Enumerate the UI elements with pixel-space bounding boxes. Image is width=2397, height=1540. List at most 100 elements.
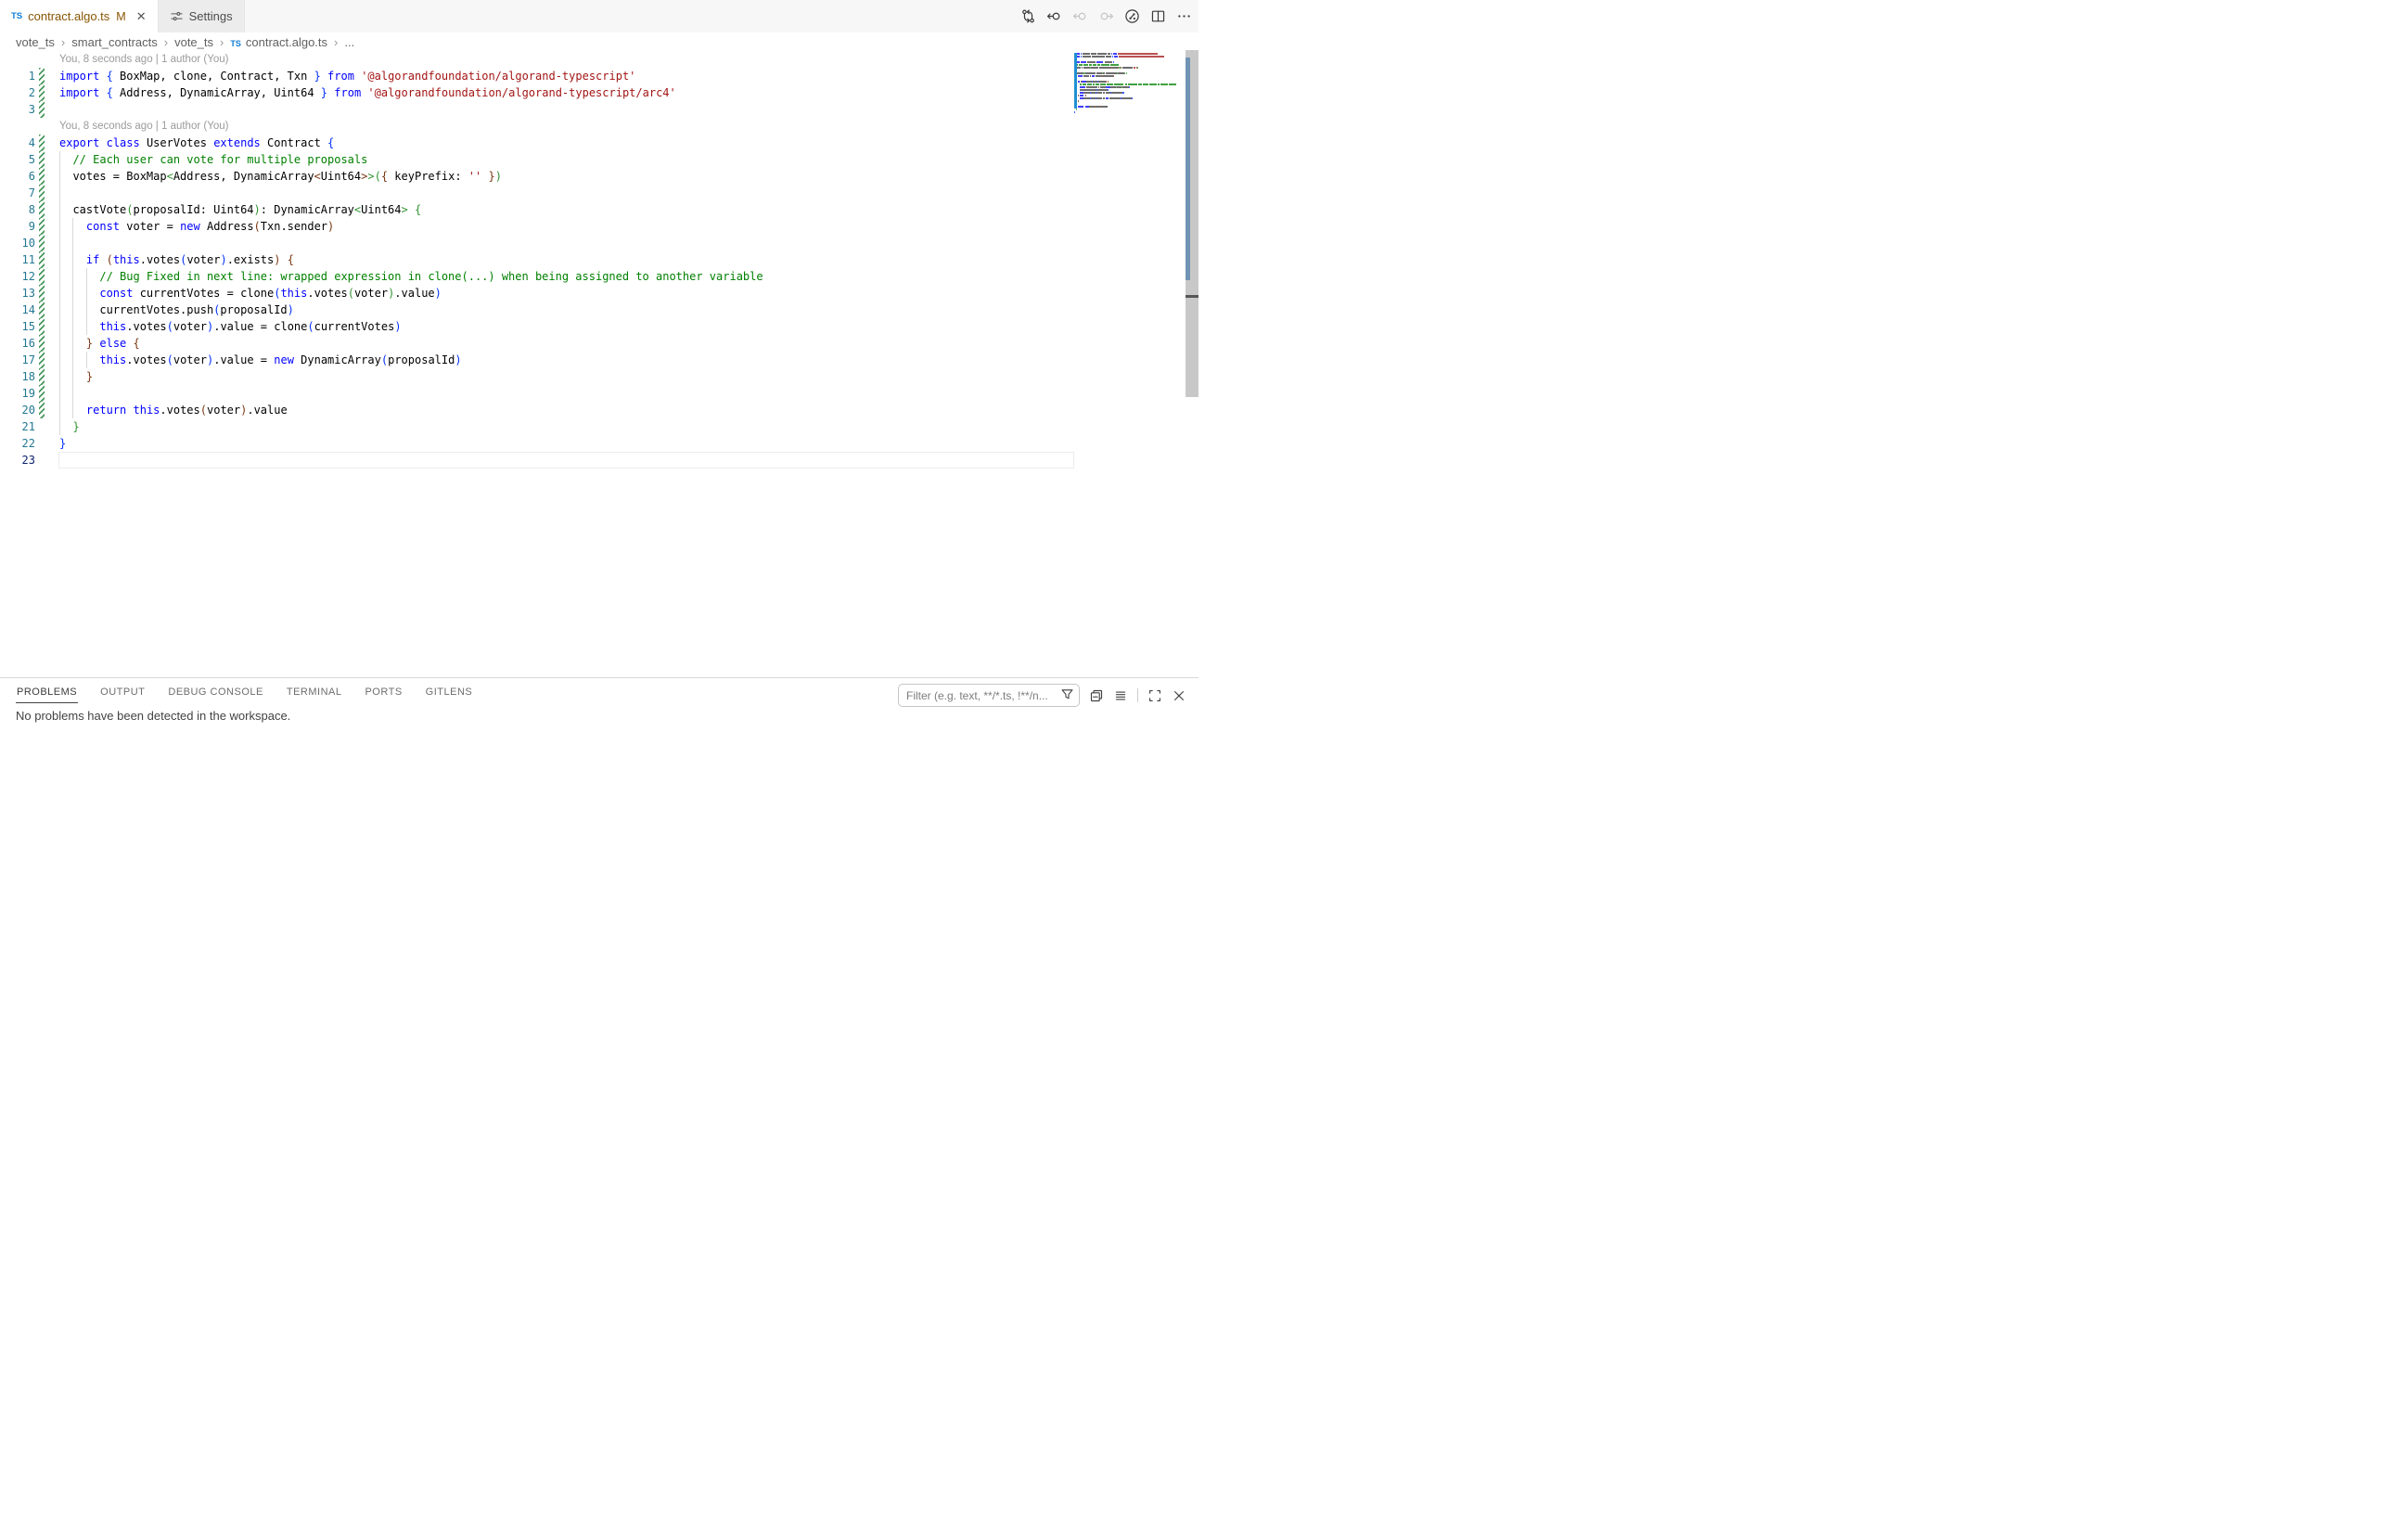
gutter[interactable]: 10 <box>0 235 48 251</box>
panel-tab-problems[interactable]: PROBLEMS <box>16 678 78 703</box>
gutter[interactable]: 23 <box>0 452 48 468</box>
more-actions-icon[interactable] <box>1176 8 1192 24</box>
breadcrumb-item-vote-ts[interactable]: vote_ts <box>16 35 55 49</box>
code-line-4[interactable]: 4export class UserVotes extends Contract… <box>0 135 1198 151</box>
breadcrumb-item-smart-contracts[interactable]: smart_contracts <box>71 35 157 49</box>
gutter[interactable]: 4 <box>0 135 48 151</box>
gutter[interactable]: 12 <box>0 268 48 285</box>
line-number[interactable]: 18 <box>22 368 35 385</box>
gutter[interactable]: 17 <box>0 352 48 368</box>
code-content[interactable]: import { BoxMap, clone, Contract, Txn } … <box>48 68 1198 84</box>
gitlens-blame-annotation[interactable]: You, 8 seconds ago | 1 author (You) <box>0 51 1198 68</box>
code-line-14[interactable]: 14 currentVotes.push(proposalId) <box>0 302 1198 318</box>
line-number[interactable]: 13 <box>22 285 35 302</box>
tab-settings[interactable]: Settings <box>159 0 245 32</box>
code-content[interactable]: // Each user can vote for multiple propo… <box>48 151 1198 168</box>
line-number[interactable]: 17 <box>22 352 35 368</box>
maximize-panel-icon[interactable] <box>1147 688 1162 703</box>
line-number[interactable]: 3 <box>29 101 35 118</box>
line-number[interactable]: 20 <box>22 402 35 418</box>
close-panel-icon[interactable] <box>1172 688 1186 703</box>
code-content[interactable]: this.votes(voter).value = clone(currentV… <box>48 318 1198 335</box>
code-content[interactable]: currentVotes.push(proposalId) <box>48 302 1198 318</box>
breadcrumb-item-contract-algo-ts[interactable]: TScontract.algo.ts <box>230 35 327 49</box>
code-line-8[interactable]: 8 castVote(proposalId: Uint64): DynamicA… <box>0 201 1198 218</box>
code-line-13[interactable]: 13 const currentVotes = clone(this.votes… <box>0 285 1198 302</box>
code-content[interactable]: castVote(proposalId: Uint64): DynamicArr… <box>48 201 1198 218</box>
gutter[interactable]: 21 <box>0 418 48 435</box>
view-as-table-icon[interactable] <box>1113 688 1128 703</box>
panel-tab-ports[interactable]: PORTS <box>364 678 403 702</box>
tab-contract-algo-ts[interactable]: TScontract.algo.tsM✕ <box>0 0 159 32</box>
panel-tab-gitlens[interactable]: GITLENS <box>425 678 474 702</box>
code-line-21[interactable]: 21 } <box>0 418 1198 435</box>
gitlens-blame-annotation[interactable]: You, 8 seconds ago | 1 author (You) <box>0 118 1198 135</box>
gutter[interactable]: 13 <box>0 285 48 302</box>
open-changes-icon[interactable] <box>1020 8 1036 24</box>
line-number[interactable]: 10 <box>22 235 35 251</box>
code-content[interactable]: } else { <box>48 335 1198 352</box>
tab-close-icon[interactable]: ✕ <box>136 10 147 22</box>
previous-change-icon[interactable] <box>1046 8 1062 24</box>
split-editor-icon[interactable] <box>1150 8 1166 24</box>
panel-tab-output[interactable]: OUTPUT <box>99 678 146 702</box>
code-line-19[interactable]: 19 <box>0 385 1198 402</box>
code-line-7[interactable]: 7 <box>0 185 1198 201</box>
code-content[interactable]: const voter = new Address(Txn.sender) <box>48 218 1198 235</box>
code-content[interactable]: export class UserVotes extends Contract … <box>48 135 1198 151</box>
line-number[interactable]: 23 <box>22 452 35 468</box>
gutter[interactable]: 1 <box>0 68 48 84</box>
code-content[interactable] <box>48 452 1198 468</box>
code-line-17[interactable]: 17 this.votes(voter).value = new Dynamic… <box>0 352 1198 368</box>
commit-graph-icon[interactable] <box>1124 8 1140 24</box>
gutter[interactable]: 20 <box>0 402 48 418</box>
code-content[interactable]: } <box>48 368 1198 385</box>
code-line-18[interactable]: 18 } <box>0 368 1198 385</box>
code-line-2[interactable]: 2import { Address, DynamicArray, Uint64 … <box>0 84 1198 101</box>
code-line-1[interactable]: 1 import { BoxMap, clone, Contract, Txn }… <box>0 68 1198 84</box>
line-number[interactable]: 19 <box>22 385 35 402</box>
line-number[interactable]: 22 <box>22 435 35 452</box>
code-content[interactable]: import { Address, DynamicArray, Uint64 }… <box>48 84 1198 101</box>
line-number[interactable]: 14 <box>22 302 35 318</box>
gutter[interactable]: 5 <box>0 151 48 168</box>
code-content[interactable]: return this.votes(voter).value <box>48 402 1198 418</box>
panel-tab-terminal[interactable]: TERMINAL <box>286 678 343 702</box>
gutter[interactable]: 22 <box>0 435 48 452</box>
line-number[interactable]: 11 <box>22 251 35 268</box>
gutter[interactable]: 11 <box>0 251 48 268</box>
code-line-23[interactable]: 23 <box>0 452 1198 468</box>
line-number[interactable]: 15 <box>22 318 35 335</box>
gutter[interactable]: 16 <box>0 335 48 352</box>
gutter[interactable]: 6 <box>0 168 48 185</box>
code-content[interactable]: if (this.votes(voter).exists) { <box>48 251 1198 268</box>
code-content[interactable]: const currentVotes = clone(this.votes(vo… <box>48 285 1198 302</box>
line-number[interactable]: 9 <box>29 218 35 235</box>
collapse-all-icon[interactable] <box>1089 688 1104 703</box>
gutter[interactable]: 9 <box>0 218 48 235</box>
code-line-15[interactable]: 15 this.votes(voter).value = clone(curre… <box>0 318 1198 335</box>
code-line-6[interactable]: 6 votes = BoxMap<Address, DynamicArray<U… <box>0 168 1198 185</box>
line-number[interactable]: 21 <box>22 418 35 435</box>
code-line-9[interactable]: 9 const voter = new Address(Txn.sender) <box>0 218 1198 235</box>
line-number[interactable]: 16 <box>22 335 35 352</box>
line-number[interactable]: 5 <box>29 151 35 168</box>
code-editor[interactable]: You, 8 seconds ago | 1 author (You)1impo… <box>0 51 1198 677</box>
code-line-12[interactable]: 12 // Bug Fixed in next line: wrapped ex… <box>0 268 1198 285</box>
gutter[interactable]: 18 <box>0 368 48 385</box>
gutter[interactable]: 2 <box>0 84 48 101</box>
code-line-16[interactable]: 16 } else { <box>0 335 1198 352</box>
panel-tab-debug-console[interactable]: DEBUG CONSOLE <box>167 678 263 702</box>
minimap[interactable] <box>1074 53 1178 117</box>
line-number[interactable]: 7 <box>29 185 35 201</box>
line-number[interactable]: 1 <box>29 68 35 84</box>
gutter[interactable]: 15 <box>0 318 48 335</box>
code-content[interactable] <box>48 101 1198 118</box>
code-line-22[interactable]: 22} <box>0 435 1198 452</box>
code-content[interactable]: votes = BoxMap<Address, DynamicArray<Uin… <box>48 168 1198 185</box>
line-number[interactable]: 12 <box>22 268 35 285</box>
code-content[interactable] <box>48 185 1198 201</box>
code-content[interactable]: this.votes(voter).value = new DynamicArr… <box>48 352 1198 368</box>
code-line-10[interactable]: 10 <box>0 235 1198 251</box>
gutter[interactable]: 19 <box>0 385 48 402</box>
